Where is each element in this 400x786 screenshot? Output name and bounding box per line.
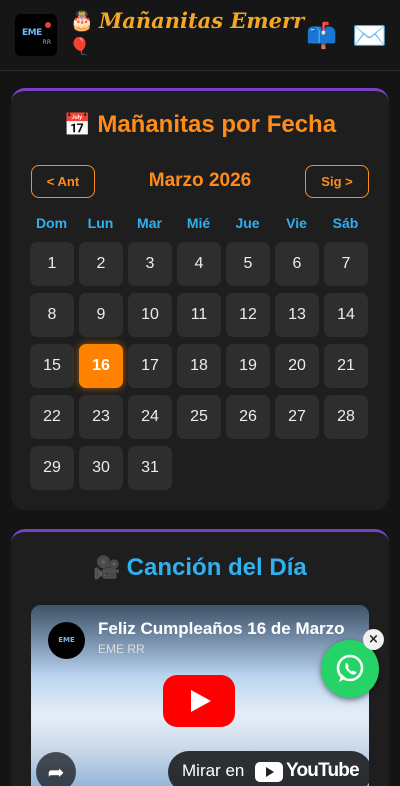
calendar-day[interactable]: 26	[226, 395, 270, 439]
calendar-day[interactable]: 27	[275, 395, 319, 439]
weekday-label: Mar	[137, 215, 162, 231]
whatsapp-icon	[336, 654, 364, 682]
weekday-label: Mié	[186, 215, 211, 231]
calendar-day[interactable]: 15	[30, 344, 74, 388]
calendar-day[interactable]: 10	[128, 293, 172, 337]
weekday-label: Vie	[286, 215, 307, 231]
calendar-day[interactable]: 13	[275, 293, 319, 337]
next-month-button[interactable]: Sig >	[305, 165, 369, 198]
video-title[interactable]: Feliz Cumpleaños 16 de Marzo	[98, 619, 345, 639]
calendar-day-selected[interactable]: 16	[79, 344, 123, 388]
calendar-day[interactable]: 2	[79, 242, 123, 286]
site-title: Mañanitas Emerr	[99, 8, 305, 33]
weekday-label: Dom	[35, 215, 68, 231]
calendar-day[interactable]: 21	[324, 344, 368, 388]
weekday-label: Lun	[87, 215, 114, 231]
calendar-day[interactable]: 6	[275, 242, 319, 286]
calendar-day[interactable]: 5	[226, 242, 270, 286]
logo-dot	[45, 22, 51, 28]
watch-on-youtube-button[interactable]: Mirar en YouTube	[168, 751, 369, 786]
logo-text: EME	[22, 28, 42, 38]
mailbox-icon[interactable]: 📫	[306, 21, 337, 51]
calendar-day[interactable]: 22	[30, 395, 74, 439]
song-heading: 🎥 Canción del Día	[11, 554, 389, 582]
share-icon[interactable]: ➦	[36, 752, 76, 786]
watch-on-label: Mirar en	[182, 761, 245, 780]
close-whatsapp-button[interactable]: ×	[363, 629, 384, 650]
calendar-day[interactable]: 23	[79, 395, 123, 439]
youtube-logo-icon	[255, 762, 283, 782]
video-channel[interactable]: EME RR	[98, 642, 145, 656]
logo-sub-text: RR	[42, 39, 51, 46]
youtube-wordmark: YouTube	[286, 760, 360, 781]
cake-icon: 🎂	[70, 10, 94, 32]
movie-camera-icon: 🎥	[93, 555, 121, 580]
video-embed[interactable]: EME Feliz Cumpleaños 16 de Marzo EME RR …	[31, 605, 369, 786]
channel-avatar[interactable]: EME	[48, 622, 85, 659]
calendar-day[interactable]: 17	[128, 344, 172, 388]
calendar-day[interactable]: 1	[30, 242, 74, 286]
play-button[interactable]	[163, 675, 235, 727]
calendar-day[interactable]: 25	[177, 395, 221, 439]
calendar-day[interactable]: 7	[324, 242, 368, 286]
calendar-day[interactable]: 19	[226, 344, 270, 388]
calendar-day[interactable]: 11	[177, 293, 221, 337]
calendar-day[interactable]: 20	[275, 344, 319, 388]
calendar-day[interactable]: 8	[30, 293, 74, 337]
balloon-icon: 🎈	[69, 37, 91, 57]
site-logo[interactable]: EME RR	[15, 14, 57, 56]
calendar-icon: 📅	[63, 112, 92, 137]
calendar-day[interactable]: 9	[79, 293, 123, 337]
calendar-day[interactable]: 14	[324, 293, 368, 337]
calendar-heading: 📅 Mañanitas por Fecha	[11, 111, 389, 139]
envelope-icon[interactable]: ✉️	[352, 19, 387, 52]
calendar-day[interactable]: 3	[128, 242, 172, 286]
calendar-card: 📅 Mañanitas por Fecha < Ant Marzo 2026 Si…	[11, 88, 389, 510]
song-title: Canción del Día	[126, 554, 307, 581]
weekday-label: Jue	[235, 215, 260, 231]
calendar-title: Mañanitas por Fecha	[97, 111, 337, 138]
calendar-day[interactable]: 12	[226, 293, 270, 337]
calendar-day[interactable]: 29	[30, 446, 74, 490]
calendar-day[interactable]: 18	[177, 344, 221, 388]
calendar-day[interactable]: 31	[128, 446, 172, 490]
calendar-day[interactable]: 30	[79, 446, 123, 490]
calendar-day[interactable]: 28	[324, 395, 368, 439]
calendar-day[interactable]: 4	[177, 242, 221, 286]
weekday-label: Sáb	[332, 215, 359, 231]
app-header: EME RR 🎂 Mañanitas Emerr 🎈 📫 ✉️	[0, 0, 400, 71]
calendar-day[interactable]: 24	[128, 395, 172, 439]
